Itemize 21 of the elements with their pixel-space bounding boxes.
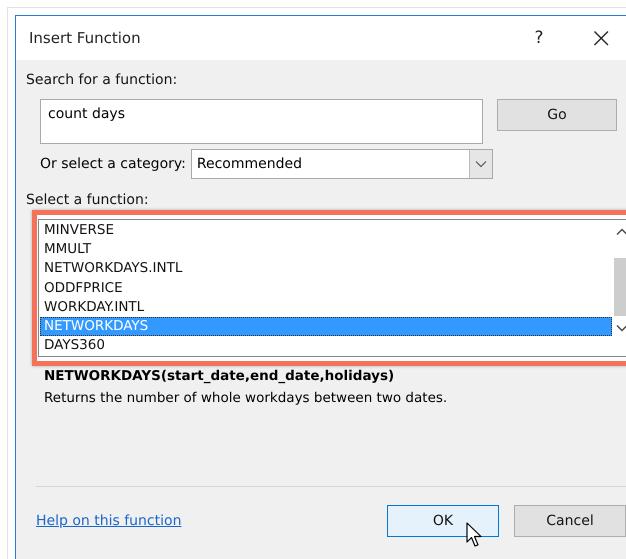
cancel-button[interactable]: Cancel [514,505,626,537]
close-button[interactable]: × [590,24,613,52]
function-item[interactable]: NETWORKDAYS.INTL [40,259,612,279]
function-item[interactable]: MMULT [40,240,612,260]
window-title: Insert Function [29,29,142,47]
function-list-label: Select a function: [26,192,150,208]
function-list[interactable]: MINVERSE MMULT NETWORKDAYS.INTL ODDFPRICE WORKDAY.INTL NETWORKDAYS DAYS360 [38,219,626,357]
function-description: Returns the number of whole workdays between two dates. [44,390,448,406]
ok-button[interactable]: OK [387,505,499,537]
function-item[interactable]: DAYS360 [40,336,612,356]
function-item[interactable]: MINVERSE [40,221,612,240]
category-label: Or select a category: [40,156,186,172]
function-signature: NETWORKDAYS(start_date,end_date,holidays) [44,368,396,384]
help-link[interactable]: Help on this function [36,513,182,529]
search-label: Search for a function: [26,72,178,88]
category-dropdown[interactable]: Recommended [190,149,493,179]
search-field[interactable]: count days [40,99,483,144]
function-item[interactable]: ODDFPRICE [40,278,612,298]
help-button[interactable]: ? [534,28,544,48]
go-button[interactable]: Go [497,99,617,131]
function-item[interactable]: WORKDAY.INTL [40,298,612,317]
